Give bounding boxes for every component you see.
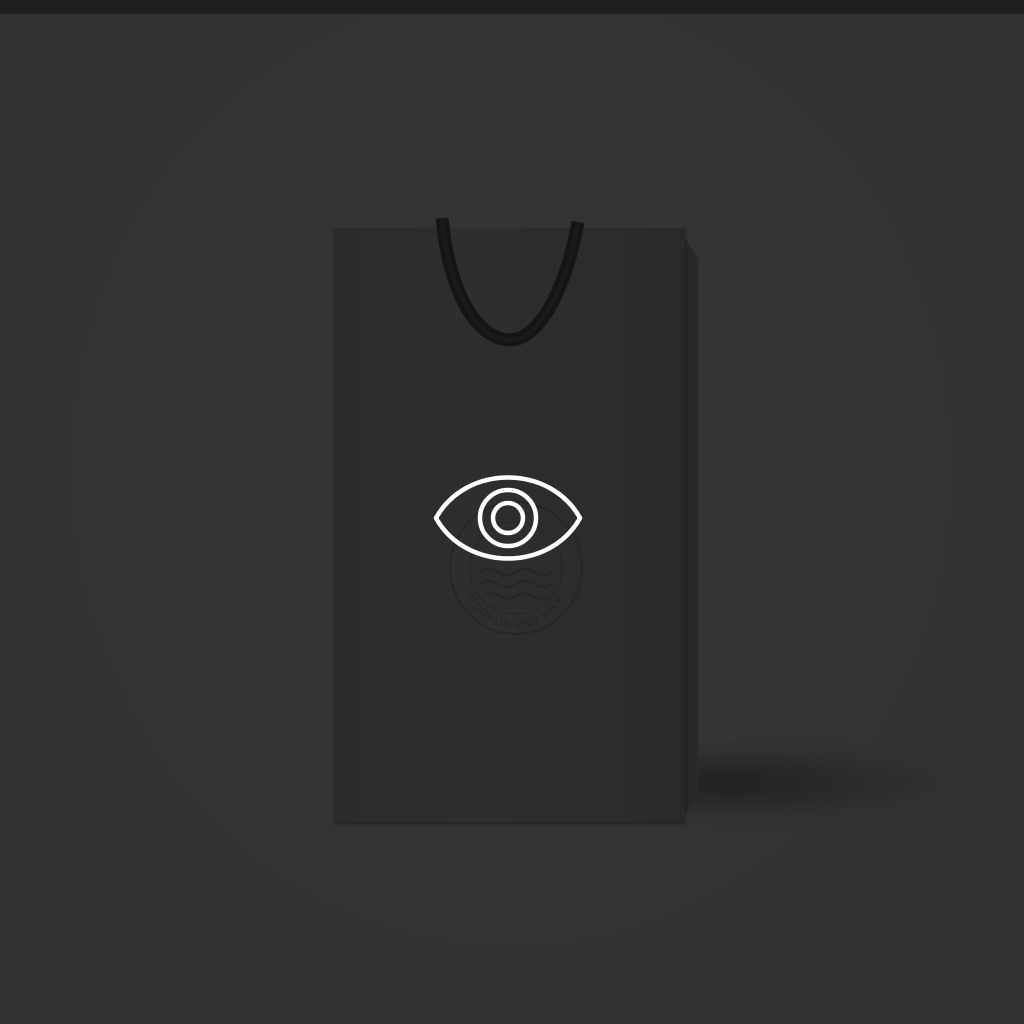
top-bar [0, 0, 1024, 14]
bag-handle [435, 217, 585, 347]
eye-icon [433, 475, 583, 561]
bag-side-panel [684, 236, 698, 818]
